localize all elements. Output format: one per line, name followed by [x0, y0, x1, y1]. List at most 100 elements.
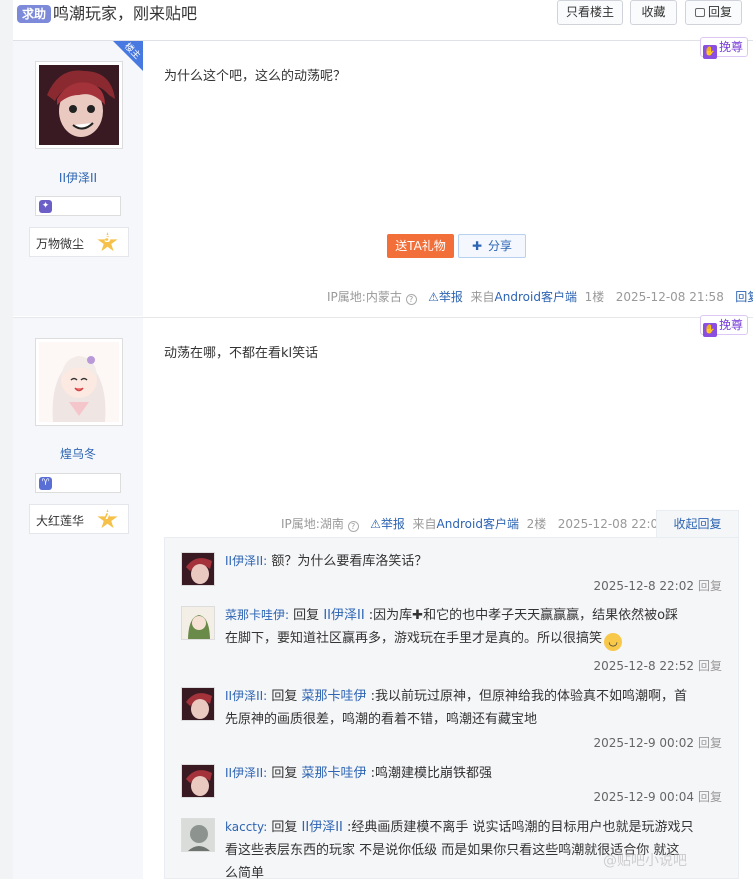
avatar-image [182, 688, 214, 720]
avatar[interactable] [35, 61, 123, 149]
level-badge[interactable]: 万物微尘 5 [29, 227, 129, 257]
ip-location: IP属地:湖南 [281, 517, 344, 531]
level-name: 万物微尘 [36, 237, 85, 251]
avatar[interactable] [35, 338, 123, 426]
share-label: 分享 [488, 239, 513, 253]
level-number: 5 [104, 234, 111, 245]
source-link[interactable]: Android客户端 [437, 517, 519, 531]
reply-body: 额？为什么要看库洛笑话？ [267, 554, 428, 569]
help-circle-icon: ? [405, 294, 417, 305]
avatar-image [39, 65, 119, 145]
avatar[interactable] [181, 606, 215, 640]
reply-target-link[interactable]: 菜那卡哇伊 [301, 766, 366, 781]
source-prefix: 来自 [412, 517, 437, 531]
share-button[interactable]: ✚ 分享 [458, 234, 526, 258]
wanzun-label: 挽尊 [719, 318, 744, 332]
post2-author-panel: 煌乌冬 ♈ 大红莲华 7 [13, 318, 143, 879]
level-number: 7 [104, 511, 111, 522]
reply-username[interactable]: II伊泽II: [225, 554, 267, 568]
reply-meta: 2025-12-8 22:02 回复 [593, 577, 722, 594]
avatar[interactable] [181, 764, 215, 798]
hand-icon: ✋ [703, 45, 717, 59]
reply-text: II伊泽II: 额？为什么要看库洛笑话？ [225, 550, 725, 573]
reply-link[interactable]: 回复 [698, 790, 722, 804]
comment-icon [694, 8, 705, 17]
source-prefix: 来自 [470, 290, 495, 304]
post-time: 2025-12-08 21:58 [615, 290, 724, 304]
send-gift-button[interactable]: 送TA礼物 [387, 234, 454, 258]
reply-body: :经典画质建模不离手 说实话鸣潮的目标用户也就是玩游戏只 [342, 820, 694, 835]
reply-body: :因为库 [364, 608, 413, 623]
level-badge[interactable]: 大红莲华 7 [29, 504, 129, 534]
reply-meta: 2025-12-8 22:52 回复 [593, 657, 722, 674]
floor-number: 1楼 [584, 290, 605, 304]
avatar[interactable] [181, 687, 215, 721]
avatar-image [182, 607, 214, 639]
help-tag: 求助 [17, 5, 52, 23]
reply-word: 回复 [267, 820, 302, 835]
source-link[interactable]: Android客户端 [495, 290, 577, 304]
reply-word: 回复 [267, 766, 302, 781]
favorite-button[interactable]: 收藏 [630, 0, 677, 25]
reply-username[interactable]: kaccty: [225, 820, 267, 834]
level-name: 大红莲华 [36, 514, 85, 528]
reply-target-link[interactable]: II伊泽II [323, 608, 364, 623]
wanzun-button[interactable]: ✋ 挽尊 [700, 315, 749, 337]
reply-meta: 2025-12-9 00:04 回复 [593, 788, 722, 805]
help-circle-icon: ? [347, 521, 359, 532]
reply-username[interactable]: II伊泽II: [225, 766, 267, 780]
collapse-replies-button[interactable]: 收起回复 [656, 510, 739, 538]
fan-badge-icon: ✦ [39, 200, 52, 213]
censor-icon: ✚ [412, 608, 424, 623]
post-reply-link[interactable]: 回复 [735, 290, 753, 304]
avatar-image [182, 819, 214, 851]
reply-link[interactable]: 回复 [698, 736, 722, 750]
warning-icon: ⚠ [428, 290, 439, 304]
reply-list: II伊泽II: 额？为什么要看库洛笑话？ 2025-12-8 22:02 回复 菜… [164, 537, 739, 879]
thread-page: 求助 鸣潮玩家，刚来贴吧 只看楼主 收藏 回复 II伊泽II ✦ 万物微尘 5 … [13, 0, 753, 879]
reply-word: 回复 [289, 608, 324, 623]
username[interactable]: II伊泽II [13, 169, 143, 186]
warning-icon: ⚠ [370, 517, 381, 531]
reply-body-line2: 先原神的画质很差，鸣潮的看着不错，鸣潮还有藏宝地 [225, 712, 538, 727]
reply-link[interactable]: 回复 [698, 579, 722, 593]
reply-username[interactable]: 菜那卡哇伊: [225, 608, 289, 622]
reply-button[interactable]: 回复 [685, 0, 742, 25]
only-author-button[interactable]: 只看楼主 [557, 0, 623, 25]
badge-slot: ✦ [35, 196, 121, 216]
report-link[interactable]: ⚠举报 [428, 290, 463, 304]
wanzun-button[interactable]: ✋ 挽尊 [700, 37, 749, 59]
plus-icon: ✚ [471, 239, 483, 253]
reply-word: 回复 [267, 689, 302, 704]
post-content: 为什么这个吧，这么的动荡呢？ [164, 69, 347, 84]
report-label: 举报 [438, 290, 463, 304]
wanzun-label: 挽尊 [719, 40, 744, 54]
reply-text: 菜那卡哇伊: 回复 II伊泽II :因为库✚和它的也中孝子天天赢赢赢，结果依然被… [225, 604, 725, 651]
post1-author-panel: II伊泽II ✦ 万物微尘 5 [13, 41, 143, 316]
badge-slot: ♈ [35, 473, 121, 493]
watermark: @贴吧小说吧 [603, 853, 687, 869]
report-label: 举报 [380, 517, 405, 531]
reply-target-link[interactable]: 菜那卡哇伊 [301, 689, 366, 704]
reply-text: II伊泽II: 回复 菜那卡哇伊 :我以前玩过原神，但原神给我的体验真不如鸣潮啊… [225, 685, 725, 731]
reply-time: 2025-12-9 00:02 [593, 736, 694, 750]
avatar-image [182, 765, 214, 797]
reply-text: II伊泽II: 回复 菜那卡哇伊 :鸣潮建模比崩铁都强 [225, 762, 725, 785]
reply-body-cont: 和它的也中孝子天天赢赢赢，结果依然被o踩 [423, 608, 679, 623]
reply-link[interactable]: 回复 [698, 659, 722, 673]
report-link[interactable]: ⚠举报 [370, 517, 405, 531]
reply-target-link[interactable]: II伊泽II [302, 820, 343, 835]
reply-meta: 2025-12-9 00:02 回复 [593, 734, 722, 751]
post-content: 动荡在哪，不都在看kl笑话 [164, 346, 319, 361]
thread-header: 求助 鸣潮玩家，刚来贴吧 只看楼主 收藏 回复 [13, 0, 753, 41]
reply-body: :鸣潮建模比崩铁都强 [366, 766, 492, 781]
reply-body: :我以前玩过原神，但原神给我的体验真不如鸣潮啊，首 [366, 689, 687, 704]
reply-username[interactable]: II伊泽II: [225, 689, 267, 703]
reply-body-line2: 在脚下，要知道社区赢再多，游戏玩在手里才是真的。所以很搞笑 [225, 631, 603, 646]
reply-time: 2025-12-8 22:52 [593, 659, 694, 673]
avatar[interactable] [181, 552, 215, 586]
avatar[interactable] [181, 818, 215, 852]
ip-location: IP属地:内蒙古 [327, 290, 402, 304]
post-meta: IP属地:内蒙古 ? ⚠举报 来自Android客户端 1楼 2025-12-0… [327, 288, 753, 305]
username[interactable]: 煌乌冬 [13, 445, 143, 462]
